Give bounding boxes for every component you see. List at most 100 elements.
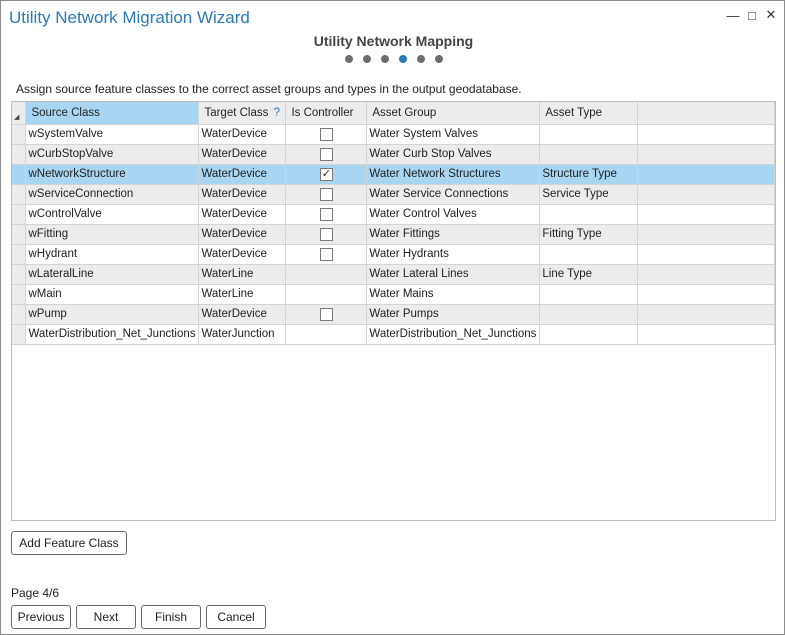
cell-target-class[interactable]: WaterDevice — [198, 204, 287, 225]
is-controller-checkbox[interactable] — [319, 147, 333, 161]
cell-source-class[interactable]: wMain — [25, 284, 200, 305]
row-header[interactable] — [12, 324, 27, 345]
cell-is-controller[interactable] — [285, 264, 368, 285]
is-controller-checkbox[interactable] — [319, 207, 333, 221]
cell-source-class[interactable]: wNetworkStructure — [25, 164, 200, 185]
table-row[interactable]: wHydrant WaterDevice Water Hydrants — [12, 244, 775, 265]
next-button[interactable]: Next — [76, 605, 136, 629]
row-header[interactable] — [12, 144, 27, 165]
maximize-icon[interactable]: □ — [745, 7, 759, 23]
cell-asset-type[interactable] — [539, 144, 639, 165]
is-controller-checkbox[interactable] — [319, 307, 333, 321]
cell-asset-type[interactable] — [539, 124, 639, 145]
add-feature-class-button[interactable]: Add Feature Class — [11, 531, 127, 555]
cell-asset-type[interactable] — [539, 284, 639, 305]
column-header-target-class[interactable]: Target Class ? — [198, 102, 287, 125]
is-controller-checkbox[interactable]: ✓ — [319, 167, 333, 181]
cell-source-class[interactable]: wSystemValve — [25, 124, 200, 145]
cell-is-controller[interactable] — [285, 304, 368, 325]
minimize-icon[interactable]: — — [726, 7, 740, 23]
cancel-button[interactable]: Cancel — [206, 605, 266, 629]
row-header[interactable] — [12, 184, 27, 205]
cell-asset-group[interactable]: WaterDistribution_Net_Junctions — [366, 324, 541, 345]
cell-asset-group[interactable]: Water Control Valves — [366, 204, 541, 225]
row-header[interactable] — [12, 244, 27, 265]
row-header[interactable] — [12, 204, 27, 225]
cell-asset-type[interactable]: Fitting Type — [539, 224, 639, 245]
cell-asset-type[interactable]: Service Type — [539, 184, 639, 205]
cell-asset-type[interactable]: Structure Type — [539, 164, 639, 185]
cell-target-class[interactable]: WaterDevice — [198, 164, 287, 185]
cell-target-class[interactable]: WaterDevice — [198, 144, 287, 165]
cell-asset-group[interactable]: Water Network Structures — [366, 164, 541, 185]
cell-target-class[interactable]: WaterDevice — [198, 184, 287, 205]
previous-button[interactable]: Previous — [11, 605, 71, 629]
table-row[interactable]: wServiceConnection WaterDevice Water Servi… — [12, 184, 775, 205]
row-header[interactable] — [12, 304, 27, 325]
cell-target-class[interactable]: WaterDevice — [198, 244, 287, 265]
cell-is-controller[interactable] — [285, 284, 368, 305]
cell-source-class[interactable]: wControlValve — [25, 204, 200, 225]
table-row[interactable]: wMain WaterLine Water Mains — [12, 284, 775, 305]
cell-source-class[interactable]: wServiceConnection — [25, 184, 200, 205]
cell-asset-type[interactable] — [539, 324, 639, 345]
cell-source-class[interactable]: wHydrant — [25, 244, 200, 265]
is-controller-checkbox[interactable] — [319, 127, 333, 141]
cell-is-controller[interactable] — [285, 204, 368, 225]
cell-asset-group[interactable]: Water System Valves — [366, 124, 541, 145]
is-controller-checkbox[interactable] — [319, 187, 333, 201]
mapping-grid[interactable]: ◢ Source Class Target Class ? Is Control… — [11, 101, 776, 521]
finish-button[interactable]: Finish — [141, 605, 201, 629]
is-controller-checkbox[interactable] — [319, 247, 333, 261]
cell-asset-group[interactable]: Water Pumps — [366, 304, 541, 325]
cell-target-class[interactable]: WaterLine — [198, 284, 287, 305]
row-header[interactable] — [12, 264, 27, 285]
cell-asset-group[interactable]: Water Lateral Lines — [366, 264, 541, 285]
cell-target-class[interactable]: WaterJunction — [198, 324, 287, 345]
help-icon[interactable]: ? — [274, 107, 280, 119]
table-row[interactable]: wPump WaterDevice Water Pumps — [12, 304, 775, 325]
table-row[interactable]: wFitting WaterDevice Water Fittings Fitting… — [12, 224, 775, 245]
table-row[interactable]: wControlValve WaterDevice Water Control Va… — [12, 204, 775, 225]
table-row[interactable]: wLateralLine WaterLine Water Lateral Lines… — [12, 264, 775, 285]
cell-target-class[interactable]: WaterDevice — [198, 224, 287, 245]
cell-target-class[interactable]: WaterLine — [198, 264, 287, 285]
row-header[interactable] — [12, 284, 27, 305]
cell-asset-group[interactable]: Water Service Connections — [366, 184, 541, 205]
close-icon[interactable]: ✕ — [764, 7, 778, 23]
column-header-is-controller[interactable]: Is Controller — [285, 102, 368, 125]
column-header-asset-group[interactable]: Asset Group — [366, 102, 541, 125]
is-controller-checkbox[interactable] — [319, 227, 333, 241]
cell-asset-group[interactable]: Water Mains — [366, 284, 541, 305]
cell-target-class[interactable]: WaterDevice — [198, 124, 287, 145]
cell-asset-group[interactable]: Water Hydrants — [366, 244, 541, 265]
column-header-asset-type[interactable]: Asset Type — [539, 102, 639, 125]
cell-asset-type[interactable]: Line Type — [539, 264, 639, 285]
cell-asset-type[interactable] — [539, 204, 639, 225]
row-header[interactable] — [12, 164, 27, 185]
cell-is-controller[interactable] — [285, 124, 368, 145]
cell-is-controller[interactable] — [285, 144, 368, 165]
cell-asset-type[interactable] — [539, 304, 639, 325]
cell-is-controller[interactable] — [285, 324, 368, 345]
cell-asset-group[interactable]: Water Curb Stop Valves — [366, 144, 541, 165]
table-row[interactable]: WaterDistribution_Net_Junctions WaterJunc… — [12, 324, 775, 345]
table-row[interactable]: wSystemValve WaterDevice Water System Valv… — [12, 124, 775, 145]
column-header-source-class[interactable]: Source Class — [25, 102, 200, 125]
table-row[interactable]: wCurbStopValve WaterDevice Water Curb Stop… — [12, 144, 775, 165]
cell-source-class[interactable]: wLateralLine — [25, 264, 200, 285]
cell-source-class[interactable]: WaterDistribution_Net_Junctions — [25, 324, 200, 345]
cell-source-class[interactable]: wFitting — [25, 224, 200, 245]
cell-is-controller[interactable] — [285, 184, 368, 205]
cell-source-class[interactable]: wPump — [25, 304, 200, 325]
cell-is-controller[interactable] — [285, 224, 368, 245]
cell-target-class[interactable]: WaterDevice — [198, 304, 287, 325]
cell-asset-type[interactable] — [539, 244, 639, 265]
cell-is-controller[interactable]: ✓ — [285, 164, 368, 185]
row-header[interactable] — [12, 224, 27, 245]
cell-is-controller[interactable] — [285, 244, 368, 265]
cell-source-class[interactable]: wCurbStopValve — [25, 144, 200, 165]
row-header[interactable] — [12, 124, 27, 145]
cell-asset-group[interactable]: Water Fittings — [366, 224, 541, 245]
table-row[interactable]: wNetworkStructure WaterDevice ✓ Water Netwo… — [12, 164, 775, 185]
